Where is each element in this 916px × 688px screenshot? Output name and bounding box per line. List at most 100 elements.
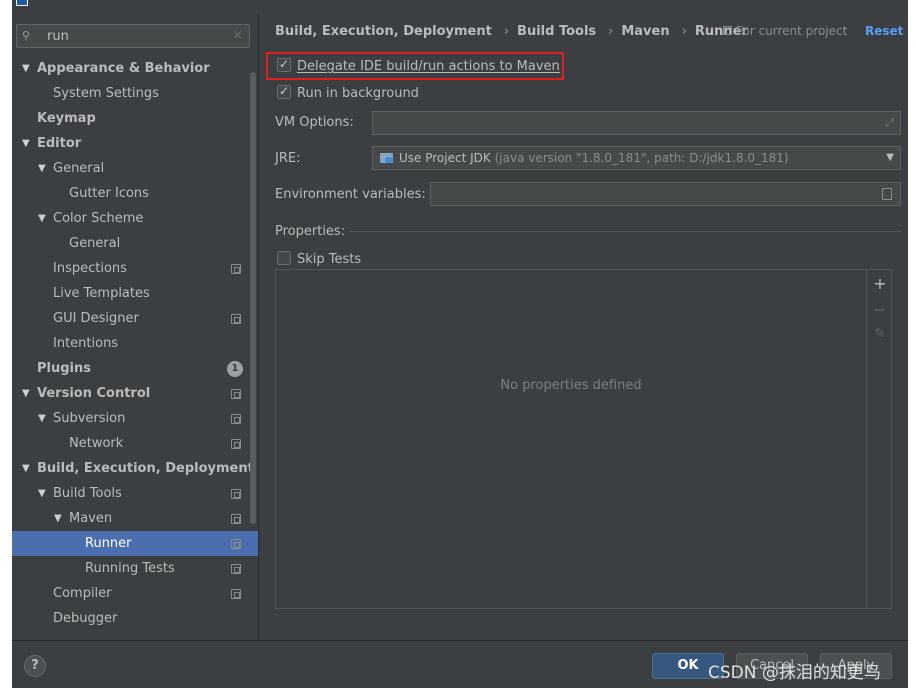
breadcrumb-separator: › bbox=[503, 24, 510, 39]
tree-label: General bbox=[53, 161, 105, 176]
tree-item-appearance[interactable]: ▼ Appearance & Behavior bbox=[12, 56, 258, 81]
project-scope-icon bbox=[231, 389, 241, 399]
expand-arrow-icon[interactable]: ▼ bbox=[22, 456, 30, 481]
chevron-down-icon[interactable]: ▼ bbox=[886, 147, 894, 169]
reset-link[interactable]: Reset bbox=[865, 24, 903, 38]
tree-label: Appearance & Behavior bbox=[37, 61, 210, 76]
project-scope-icon bbox=[231, 414, 241, 424]
properties-table[interactable]: No properties defined + − ✎ bbox=[275, 269, 892, 609]
expand-arrow-icon[interactable]: ▼ bbox=[22, 56, 30, 81]
expand-arrow-icon[interactable]: ▼ bbox=[38, 406, 46, 431]
tree-item-runner[interactable]: Runner bbox=[12, 531, 258, 556]
checkbox-label: Skip Tests bbox=[297, 252, 362, 267]
breadcrumb-item: Build, Execution, Deployment bbox=[275, 24, 492, 39]
tree-label: Subversion bbox=[53, 411, 126, 426]
tree-item-network[interactable]: Network bbox=[12, 431, 258, 456]
help-button[interactable]: ? bbox=[24, 655, 46, 677]
breadcrumb: Build, Execution, Deployment › Build Tools… bbox=[275, 24, 752, 42]
project-scope-icon bbox=[231, 264, 241, 274]
search-icon: ⚲ bbox=[22, 29, 31, 42]
tree-label: General bbox=[69, 236, 121, 251]
expand-arrow-icon[interactable]: ▼ bbox=[38, 206, 46, 231]
tree-label: Inspections bbox=[53, 261, 127, 276]
project-scope-icon bbox=[723, 26, 732, 35]
checkbox-label: Run in background bbox=[297, 86, 419, 101]
project-scope-icon bbox=[231, 439, 241, 449]
tree-item-live-templates[interactable]: Live Templates bbox=[12, 281, 258, 306]
run-in-background-checkbox[interactable]: Run in background bbox=[277, 84, 419, 103]
tree-item-intentions[interactable]: Intentions bbox=[12, 331, 258, 356]
tree-label: Debugger bbox=[53, 611, 118, 626]
edit-icon[interactable]: ✎ bbox=[867, 326, 893, 342]
project-scope-label: For current project bbox=[736, 24, 848, 38]
expand-arrow-icon[interactable]: ▼ bbox=[38, 156, 46, 181]
vm-options-input[interactable]: ⤢ bbox=[372, 111, 901, 135]
tree-item-keymap[interactable]: Keymap bbox=[12, 106, 258, 131]
tree-item-inspections[interactable]: Inspections bbox=[12, 256, 258, 281]
tree-item-build-execution-deployment[interactable]: ▼ Build, Execution, Deployment bbox=[12, 456, 258, 481]
jre-select[interactable]: Use Project JDK (java version "1.8.0_181… bbox=[372, 146, 901, 170]
expand-arrow-icon[interactable]: ▼ bbox=[22, 131, 30, 156]
tree-item-general[interactable]: ▼ General bbox=[12, 156, 258, 181]
tree-item-gutter-icons[interactable]: Gutter Icons bbox=[12, 181, 258, 206]
tree-item-build-tools[interactable]: ▼ Build Tools bbox=[12, 481, 258, 506]
project-scope-icon bbox=[231, 539, 241, 549]
remove-icon[interactable]: − bbox=[867, 300, 893, 319]
checkbox-unchecked-icon[interactable] bbox=[277, 251, 291, 265]
tree-item-color-scheme[interactable]: ▼ Color Scheme bbox=[12, 206, 258, 231]
jre-detail-label: (java version "1.8.0_181", path: D:/jdk1… bbox=[494, 151, 789, 165]
tree-item-debugger[interactable]: Debugger bbox=[12, 606, 258, 631]
tree-label: Plugins bbox=[37, 361, 91, 376]
sidebar-scrollbar[interactable] bbox=[250, 72, 256, 524]
tree-item-color-general[interactable]: General bbox=[12, 231, 258, 256]
tree-item-compiler[interactable]: Compiler bbox=[12, 581, 258, 606]
breadcrumb-separator: › bbox=[608, 24, 614, 39]
runner-settings-panel: Build, Execution, Deployment › Build Tools… bbox=[259, 14, 908, 640]
project-scope-icon bbox=[231, 589, 241, 599]
tree-label: System Settings bbox=[53, 86, 159, 101]
tree-label: GUI Designer bbox=[53, 311, 139, 326]
delegate-to-maven-checkbox[interactable]: Delegate IDE build/run actions to Maven bbox=[277, 57, 560, 76]
app-icon bbox=[16, 0, 28, 6]
tree-item-maven[interactable]: ▼ Maven bbox=[12, 506, 258, 531]
add-icon[interactable]: + bbox=[867, 274, 893, 293]
search-input[interactable]: ⚲ run × bbox=[16, 24, 250, 48]
project-scope-icon bbox=[231, 514, 241, 524]
search-value: run bbox=[47, 29, 69, 44]
tree-item-version-control[interactable]: ▼ Version Control bbox=[12, 381, 258, 406]
breadcrumb-separator: › bbox=[681, 24, 687, 39]
settings-window: ⚲ run × ▼ Appearance & Behavior System S… bbox=[12, 0, 908, 688]
tree-item-running-tests[interactable]: Running Tests bbox=[12, 556, 258, 581]
tree-label: Compiler bbox=[53, 586, 112, 601]
watermark: CSDN @抹泪的知更鸟 bbox=[708, 663, 881, 683]
clear-search-icon[interactable]: × bbox=[232, 28, 243, 43]
skip-tests-checkbox[interactable]: Skip Tests bbox=[277, 251, 361, 269]
expand-arrow-icon[interactable]: ▼ bbox=[54, 506, 62, 531]
project-scope-icon bbox=[231, 314, 241, 324]
dialog-footer: ? OK Cancel Apply CSDN @抹泪的知更鸟 bbox=[12, 640, 908, 688]
tree-item-plugins[interactable]: Plugins 1 bbox=[12, 356, 258, 381]
tree-item-gui-designer[interactable]: GUI Designer bbox=[12, 306, 258, 331]
update-count-badge: 1 bbox=[227, 361, 243, 377]
env-variables-label: Environment variables: bbox=[275, 187, 426, 202]
tree-item-system-settings[interactable]: System Settings bbox=[12, 81, 258, 106]
checkbox-checked-icon[interactable] bbox=[277, 57, 291, 72]
tree-label: Build, Execution, Deployment bbox=[37, 461, 254, 476]
checkbox-checked-icon[interactable] bbox=[277, 84, 291, 99]
tree-item-subversion[interactable]: ▼ Subversion bbox=[12, 406, 258, 431]
tree-label: Live Templates bbox=[53, 286, 150, 301]
jre-main-label: Use Project JDK bbox=[399, 151, 491, 165]
edit-variables-icon[interactable] bbox=[882, 188, 892, 200]
tree-item-editor[interactable]: ▼ Editor bbox=[12, 131, 258, 156]
expand-arrow-icon[interactable]: ▼ bbox=[38, 481, 46, 506]
title-bar bbox=[12, 0, 908, 8]
env-variables-input[interactable] bbox=[430, 182, 901, 206]
tree-label: Running Tests bbox=[85, 561, 175, 576]
expand-arrow-icon[interactable]: ▼ bbox=[22, 381, 30, 406]
tree-label: Intentions bbox=[53, 336, 119, 351]
project-scope-icon bbox=[231, 489, 241, 499]
jre-selected-value: Use Project JDK (java version "1.8.0_181… bbox=[399, 147, 789, 169]
expand-icon[interactable]: ⤢ bbox=[885, 116, 894, 130]
breadcrumb-item: Maven bbox=[621, 24, 670, 39]
tree-label: Editor bbox=[37, 136, 82, 151]
